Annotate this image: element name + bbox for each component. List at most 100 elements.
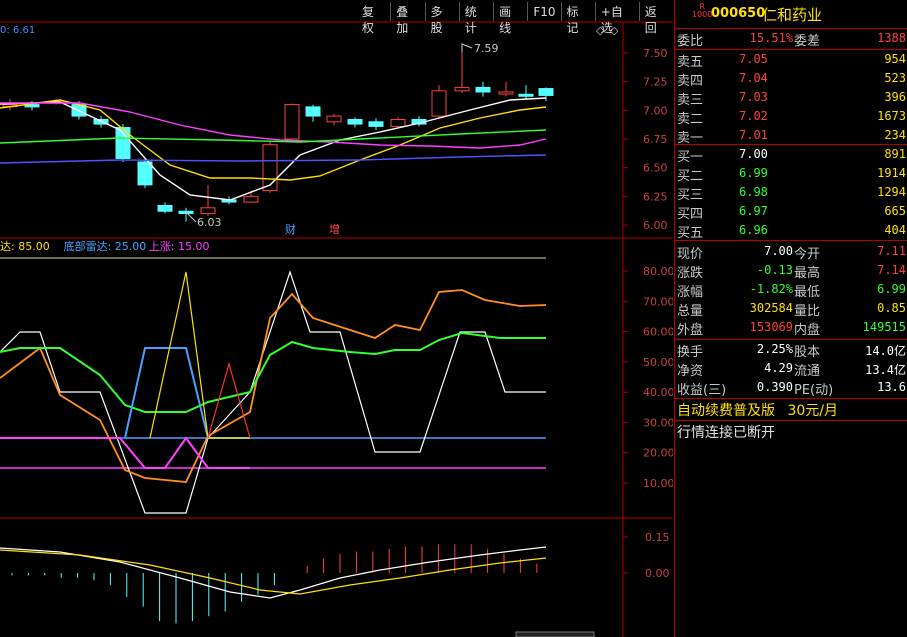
divider <box>675 398 907 399</box>
weibi-row: 委比 15.51% 委差 1388 <box>675 29 907 49</box>
level-volume: 234 <box>884 128 906 142</box>
price-tick-label: 6.75 <box>643 133 668 146</box>
quote-stat-row-value: -1.82% <box>749 282 793 296</box>
toolbar-button[interactable]: 返回 <box>638 2 673 35</box>
weibi-value: 15.51% <box>749 31 793 45</box>
stock-code[interactable]: 000650 <box>711 6 765 21</box>
r-mark: R 1000 <box>692 2 713 19</box>
fundamental-row-value: 0.390 <box>756 380 793 394</box>
level-label: 买三 <box>677 188 704 203</box>
level-label: 买五 <box>677 226 704 241</box>
indicator-tick-label: 80.00 <box>643 265 673 278</box>
level-price: 7.04 <box>739 71 768 85</box>
indicator-tick-label: 50.00 <box>643 356 673 369</box>
candle-body <box>326 115 342 123</box>
price-tick-label: 7.50 <box>643 47 668 60</box>
toolbar-button[interactable]: 标记 <box>560 2 595 35</box>
order-book-row[interactable]: 买三 6.98 1294 <box>675 183 907 203</box>
level-label: 卖二 <box>677 112 704 127</box>
order-book-row[interactable]: 卖三 7.03 396 <box>675 88 907 108</box>
level-price: 6.97 <box>739 204 768 218</box>
toolbar-button[interactable]: 画线 <box>493 2 527 35</box>
indicator-tick-label: 70.00 <box>643 295 673 308</box>
order-book-row[interactable]: 卖四 7.04 523 <box>675 69 907 89</box>
level-price: 7.03 <box>739 90 768 104</box>
toolbar-button[interactable]: 多股 <box>424 2 459 35</box>
candle-body <box>305 106 321 117</box>
order-book-row[interactable]: 买二 6.99 1914 <box>675 164 907 184</box>
candle-body <box>157 205 173 212</box>
toolbar-button[interactable]: F10 <box>527 2 560 21</box>
order-book-row[interactable]: 买一 7.00 891 <box>675 145 907 165</box>
event-marker[interactable]: 财 <box>285 222 296 236</box>
candle-body <box>284 104 300 140</box>
level-price: 7.00 <box>739 147 768 161</box>
quote-panel: R 1000 000650 仁和药业 委比 15.51% 委差 1388 卖五 7.… <box>674 0 907 637</box>
weicha-label: 委差 <box>794 34 821 49</box>
fundamental-row-label2: 股本 <box>794 345 821 360</box>
level-price: 6.96 <box>739 223 768 237</box>
fundamental-row-label: 收益(三) <box>677 383 727 398</box>
level-label: 卖三 <box>677 93 704 108</box>
quote-stat-row: 现价 7.00 今开 7.11 <box>675 242 907 262</box>
event-marker[interactable]: 增 <box>329 222 340 236</box>
ma30-line <box>0 129 547 144</box>
quote-stat-row-label2: 量比 <box>794 304 821 319</box>
quote-stat-row-value2: 149515 <box>862 320 906 334</box>
fundamental-row-value: 4.29 <box>764 361 793 375</box>
indicator-tick-label: 60.00 <box>643 326 673 339</box>
fundamental-row: 换手 2.25% 股本 14.0亿 <box>675 340 907 360</box>
candle-body <box>454 86 470 92</box>
quote-stat-row-label: 涨跌 <box>677 266 704 281</box>
level-volume: 665 <box>884 204 906 218</box>
quote-stat-row-label: 涨幅 <box>677 285 704 300</box>
quote-stat-row: 外盘 153069 内盘 149515 <box>675 318 907 338</box>
indicator-tick-label: 30.00 <box>643 416 673 429</box>
level-volume: 523 <box>884 71 906 85</box>
candle-body <box>200 207 216 215</box>
level-label: 卖五 <box>677 55 704 70</box>
high-price-label: 7.59 <box>474 42 499 55</box>
candle-body <box>262 144 278 192</box>
divider <box>675 420 907 421</box>
level-price: 7.01 <box>739 128 768 142</box>
yellow-signal-line <box>149 271 250 439</box>
toolbar-button[interactable]: 复权 <box>357 2 390 35</box>
level-price: 7.05 <box>739 52 768 66</box>
order-book-row[interactable]: 买四 6.97 665 <box>675 202 907 222</box>
order-book-row[interactable]: 卖一 7.01 234 <box>675 126 907 146</box>
level-volume: 891 <box>884 147 906 161</box>
chart-toolbar: 复权 叠加 多股 统计 画线 F10 标记 +自选 返回 <box>357 2 673 35</box>
fundamental-row: 净资 4.29 流通 13.4亿 <box>675 359 907 379</box>
price-tick-label: 7.00 <box>643 104 668 117</box>
white-radar-line <box>0 270 546 514</box>
indicator-legend-item: 底部雷达: 25.00 <box>64 239 147 253</box>
fundamental-row-value2: 13.4亿 <box>865 363 906 377</box>
indicator-tick-label: 40.00 <box>643 386 673 399</box>
quote-stat-row: 涨幅 -1.82% 最低 6.99 <box>675 280 907 300</box>
promo-banner[interactable]: 自动续费普及版 30元/月 <box>677 400 838 420</box>
stock-name[interactable]: 仁和药业 <box>762 4 822 25</box>
quote-stat-row-value: -0.13 <box>756 263 793 277</box>
price-tick-label: 6.00 <box>643 219 668 232</box>
toolbar-button[interactable]: +自选 <box>594 2 639 35</box>
candle-body <box>498 91 514 95</box>
kline-chart[interactable]: 7.507.257.006.756.506.256.000: 6.61 ◇ ◇7.5… <box>0 0 673 637</box>
annotation-line <box>461 43 473 49</box>
fundamental-row-value2: 14.0亿 <box>865 344 906 358</box>
macd-tick-label: 0.00 <box>645 567 670 580</box>
dif-line <box>0 546 547 599</box>
quote-stat-row-value2: 6.99 <box>877 282 906 296</box>
price-tick-label: 7.25 <box>643 76 668 89</box>
quote-stat-row-label2: 今开 <box>794 247 821 262</box>
green-line <box>0 331 546 413</box>
order-book-row[interactable]: 卖二 7.02 1673 <box>675 107 907 127</box>
chart-area[interactable]: 7.50 7.25 7.00 6.75 6.50 6.25 6.00 0: 6.61 ◇ ◇ 7.5… <box>0 0 673 637</box>
order-book-row[interactable]: 买五 6.96 404 <box>675 221 907 241</box>
fundamental-row-label2: 流通 <box>794 364 821 379</box>
date-cursor-box <box>515 631 595 637</box>
low-price-label: 6.03 <box>197 216 222 229</box>
order-book-row[interactable]: 卖五 7.05 954 <box>675 50 907 70</box>
toolbar-button[interactable]: 统计 <box>458 2 493 35</box>
toolbar-button[interactable]: 叠加 <box>390 2 424 35</box>
